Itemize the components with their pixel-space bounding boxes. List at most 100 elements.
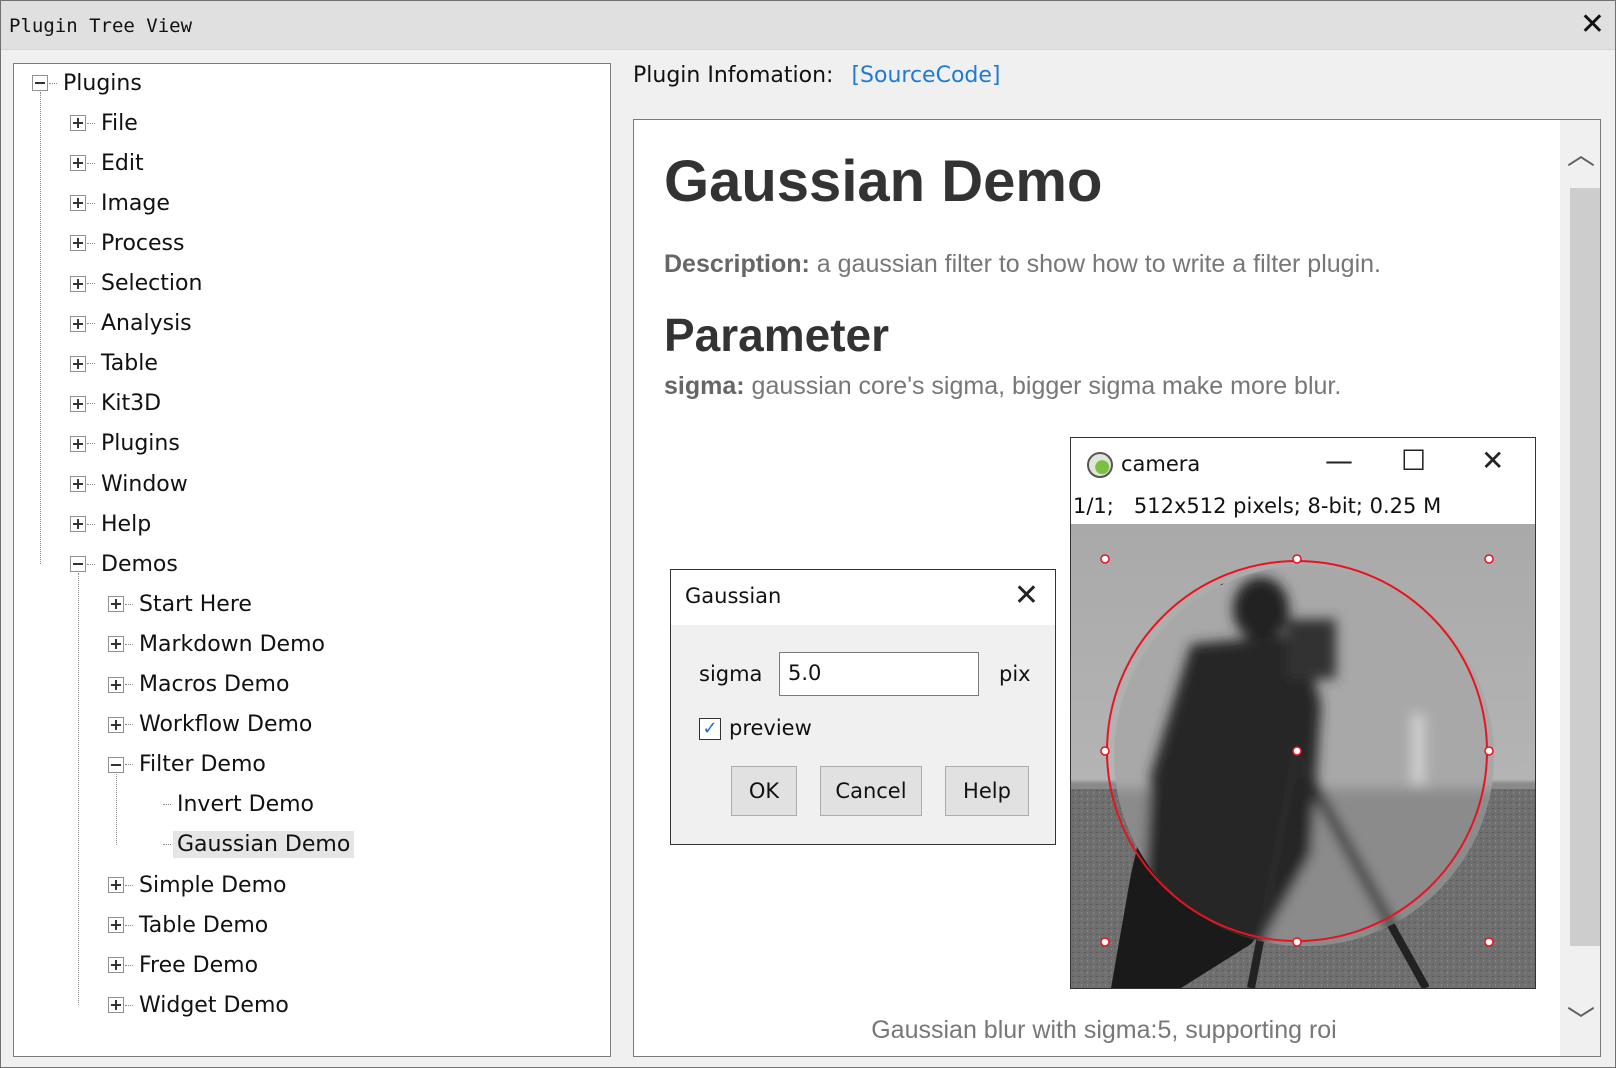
help-button[interactable]: Help: [945, 766, 1029, 816]
plugin-tree-view-window: Plugin Tree View ✕ Plugins File Edit Image P…: [0, 0, 1616, 1068]
tree-item-gaussian-demo[interactable]: Gaussian Demo: [146, 828, 355, 862]
tree-item-label: Analysis: [101, 311, 192, 337]
expand-icon[interactable]: [70, 195, 86, 212]
tree-item-label: File: [101, 110, 138, 136]
tree-connector-dash: [125, 724, 133, 726]
sigma-unit: pix: [999, 662, 1031, 686]
expand-icon[interactable]: [108, 676, 124, 693]
tree-connector-line: [40, 92, 41, 565]
gaussian-dialog-titlebar: Gaussian ✕: [671, 570, 1055, 625]
expand-icon[interactable]: [70, 476, 86, 492]
plugin-tree[interactable]: Plugins File Edit Image Process Selection Anal…: [13, 63, 611, 1057]
camera-image-window: camera — ☐ ✕ 1/1; 512x512 pixels; 8-bit;…: [1070, 437, 1536, 989]
tree-item-label: Markdown Demo: [139, 631, 325, 657]
plugin-info-header: Plugin Infomation: [SourceCode]: [633, 63, 1001, 88]
collapse-icon[interactable]: [32, 75, 48, 91]
tree-connector-dash: [87, 523, 95, 525]
tree-item-kit3d[interactable]: Kit3D: [70, 387, 165, 421]
tree-connector-dash: [87, 122, 95, 124]
tree-item-window[interactable]: Window: [70, 467, 192, 501]
expand-icon[interactable]: [70, 355, 86, 372]
tree-connector-dash: [125, 643, 133, 645]
camera-image[interactable]: [1071, 524, 1535, 988]
tree-item-label: Process: [101, 230, 185, 256]
expand-icon[interactable]: [70, 155, 86, 172]
expand-icon[interactable]: [108, 596, 124, 613]
ok-button[interactable]: OK: [731, 766, 797, 816]
tree-item-label: Widget Demo: [139, 992, 289, 1018]
preview-checkbox[interactable]: ✓: [699, 718, 721, 740]
scroll-down-icon[interactable]: ﹀: [1566, 1006, 1596, 1036]
tree-item-edit[interactable]: Edit: [70, 146, 148, 180]
tree-item-workflow-demo[interactable]: Workflow Demo: [108, 708, 316, 742]
tree-item-label: Plugins: [101, 431, 180, 457]
tree-item-macros-demo[interactable]: Macros Demo: [108, 668, 293, 702]
tree-item-plugins[interactable]: Plugins: [70, 427, 184, 461]
tree-item-process[interactable]: Process: [70, 226, 188, 260]
expand-icon[interactable]: [108, 957, 124, 974]
close-icon[interactable]: ✕: [1580, 7, 1605, 42]
expand-icon[interactable]: [108, 997, 124, 1014]
collapse-icon[interactable]: [108, 756, 124, 773]
preview-label: preview: [729, 716, 812, 740]
expand-icon[interactable]: [70, 516, 86, 533]
expand-icon[interactable]: [70, 435, 86, 452]
expand-icon[interactable]: [108, 636, 124, 653]
tree-item-table[interactable]: Table: [70, 347, 162, 381]
tree-item-start-here[interactable]: Start Here: [108, 587, 256, 621]
sigma-label: sigma: [699, 662, 763, 686]
expand-icon[interactable]: [70, 315, 86, 332]
tree-item-invert-demo[interactable]: Invert Demo: [146, 788, 318, 822]
tree-item-image[interactable]: Image: [70, 186, 174, 220]
tree-item-free-demo[interactable]: Free Demo: [108, 948, 262, 982]
expand-icon[interactable]: [70, 395, 86, 412]
tree-connector-dash: [87, 242, 95, 244]
tree-item-selection[interactable]: Selection: [70, 267, 206, 301]
expand-icon[interactable]: [108, 877, 124, 893]
title-bar: Plugin Tree View ✕: [1, 1, 1615, 50]
expand-icon[interactable]: [70, 275, 86, 292]
tree-connector-dash: [125, 964, 133, 966]
scroll-thumb[interactable]: [1570, 188, 1600, 946]
tree-item-widget-demo[interactable]: Widget Demo: [108, 988, 293, 1022]
tree-item-analysis[interactable]: Analysis: [70, 307, 196, 341]
tree-item-label: Demos: [101, 551, 178, 577]
tree-item-label: Window: [101, 471, 188, 497]
tree-connector-dash: [163, 844, 171, 846]
expand-icon[interactable]: [70, 115, 86, 132]
tree-item-filter-demo[interactable]: Filter Demo: [108, 748, 270, 782]
close-icon[interactable]: ✕: [1481, 444, 1504, 477]
gaussian-dialog: Gaussian ✕ sigma 5.0 pix ✓ preview OK Ca…: [670, 569, 1056, 845]
tree-item-plugins-root[interactable]: Plugins: [32, 66, 146, 100]
sigma-input[interactable]: 5.0: [779, 652, 979, 696]
parameter-heading: Parameter: [664, 309, 890, 361]
tree-item-label: Edit: [101, 150, 144, 176]
tree-item-table-demo[interactable]: Table Demo: [108, 908, 272, 942]
tree-connector-dash: [163, 804, 171, 806]
window-title: Plugin Tree View: [9, 15, 193, 37]
tree-connector-dash: [125, 764, 133, 766]
tree-item-demos[interactable]: Demos: [70, 547, 182, 581]
maximize-icon[interactable]: ☐: [1401, 444, 1426, 477]
cancel-button[interactable]: Cancel: [820, 766, 922, 816]
expand-icon[interactable]: [70, 235, 86, 252]
tree-item-label: Selection: [101, 271, 203, 296]
plugin-info-label: Plugin Infomation:: [633, 63, 834, 88]
scroll-up-icon[interactable]: ︿: [1566, 140, 1596, 170]
minimize-icon[interactable]: —: [1325, 444, 1353, 477]
tree-item-simple-demo[interactable]: Simple Demo: [108, 868, 290, 902]
tree-item-markdown-demo[interactable]: Markdown Demo: [108, 627, 329, 661]
tree-connector-dash: [87, 283, 95, 284]
tree-item-help[interactable]: Help: [70, 507, 155, 541]
doc-title: Gaussian Demo: [664, 149, 1103, 214]
vertical-scrollbar[interactable]: ︿ ﹀: [1560, 120, 1600, 1056]
expand-icon[interactable]: [108, 716, 124, 733]
expand-icon[interactable]: [108, 917, 124, 934]
close-icon[interactable]: ✕: [1014, 578, 1039, 613]
tree-connector-dash: [125, 1004, 133, 1006]
tree-item-label: Gaussian Demo: [173, 831, 355, 859]
tree-item-label: Table Demo: [139, 912, 269, 938]
tree-item-file[interactable]: File: [70, 106, 142, 140]
collapse-icon[interactable]: [70, 556, 86, 573]
source-code-link[interactable]: [SourceCode]: [851, 63, 1000, 88]
